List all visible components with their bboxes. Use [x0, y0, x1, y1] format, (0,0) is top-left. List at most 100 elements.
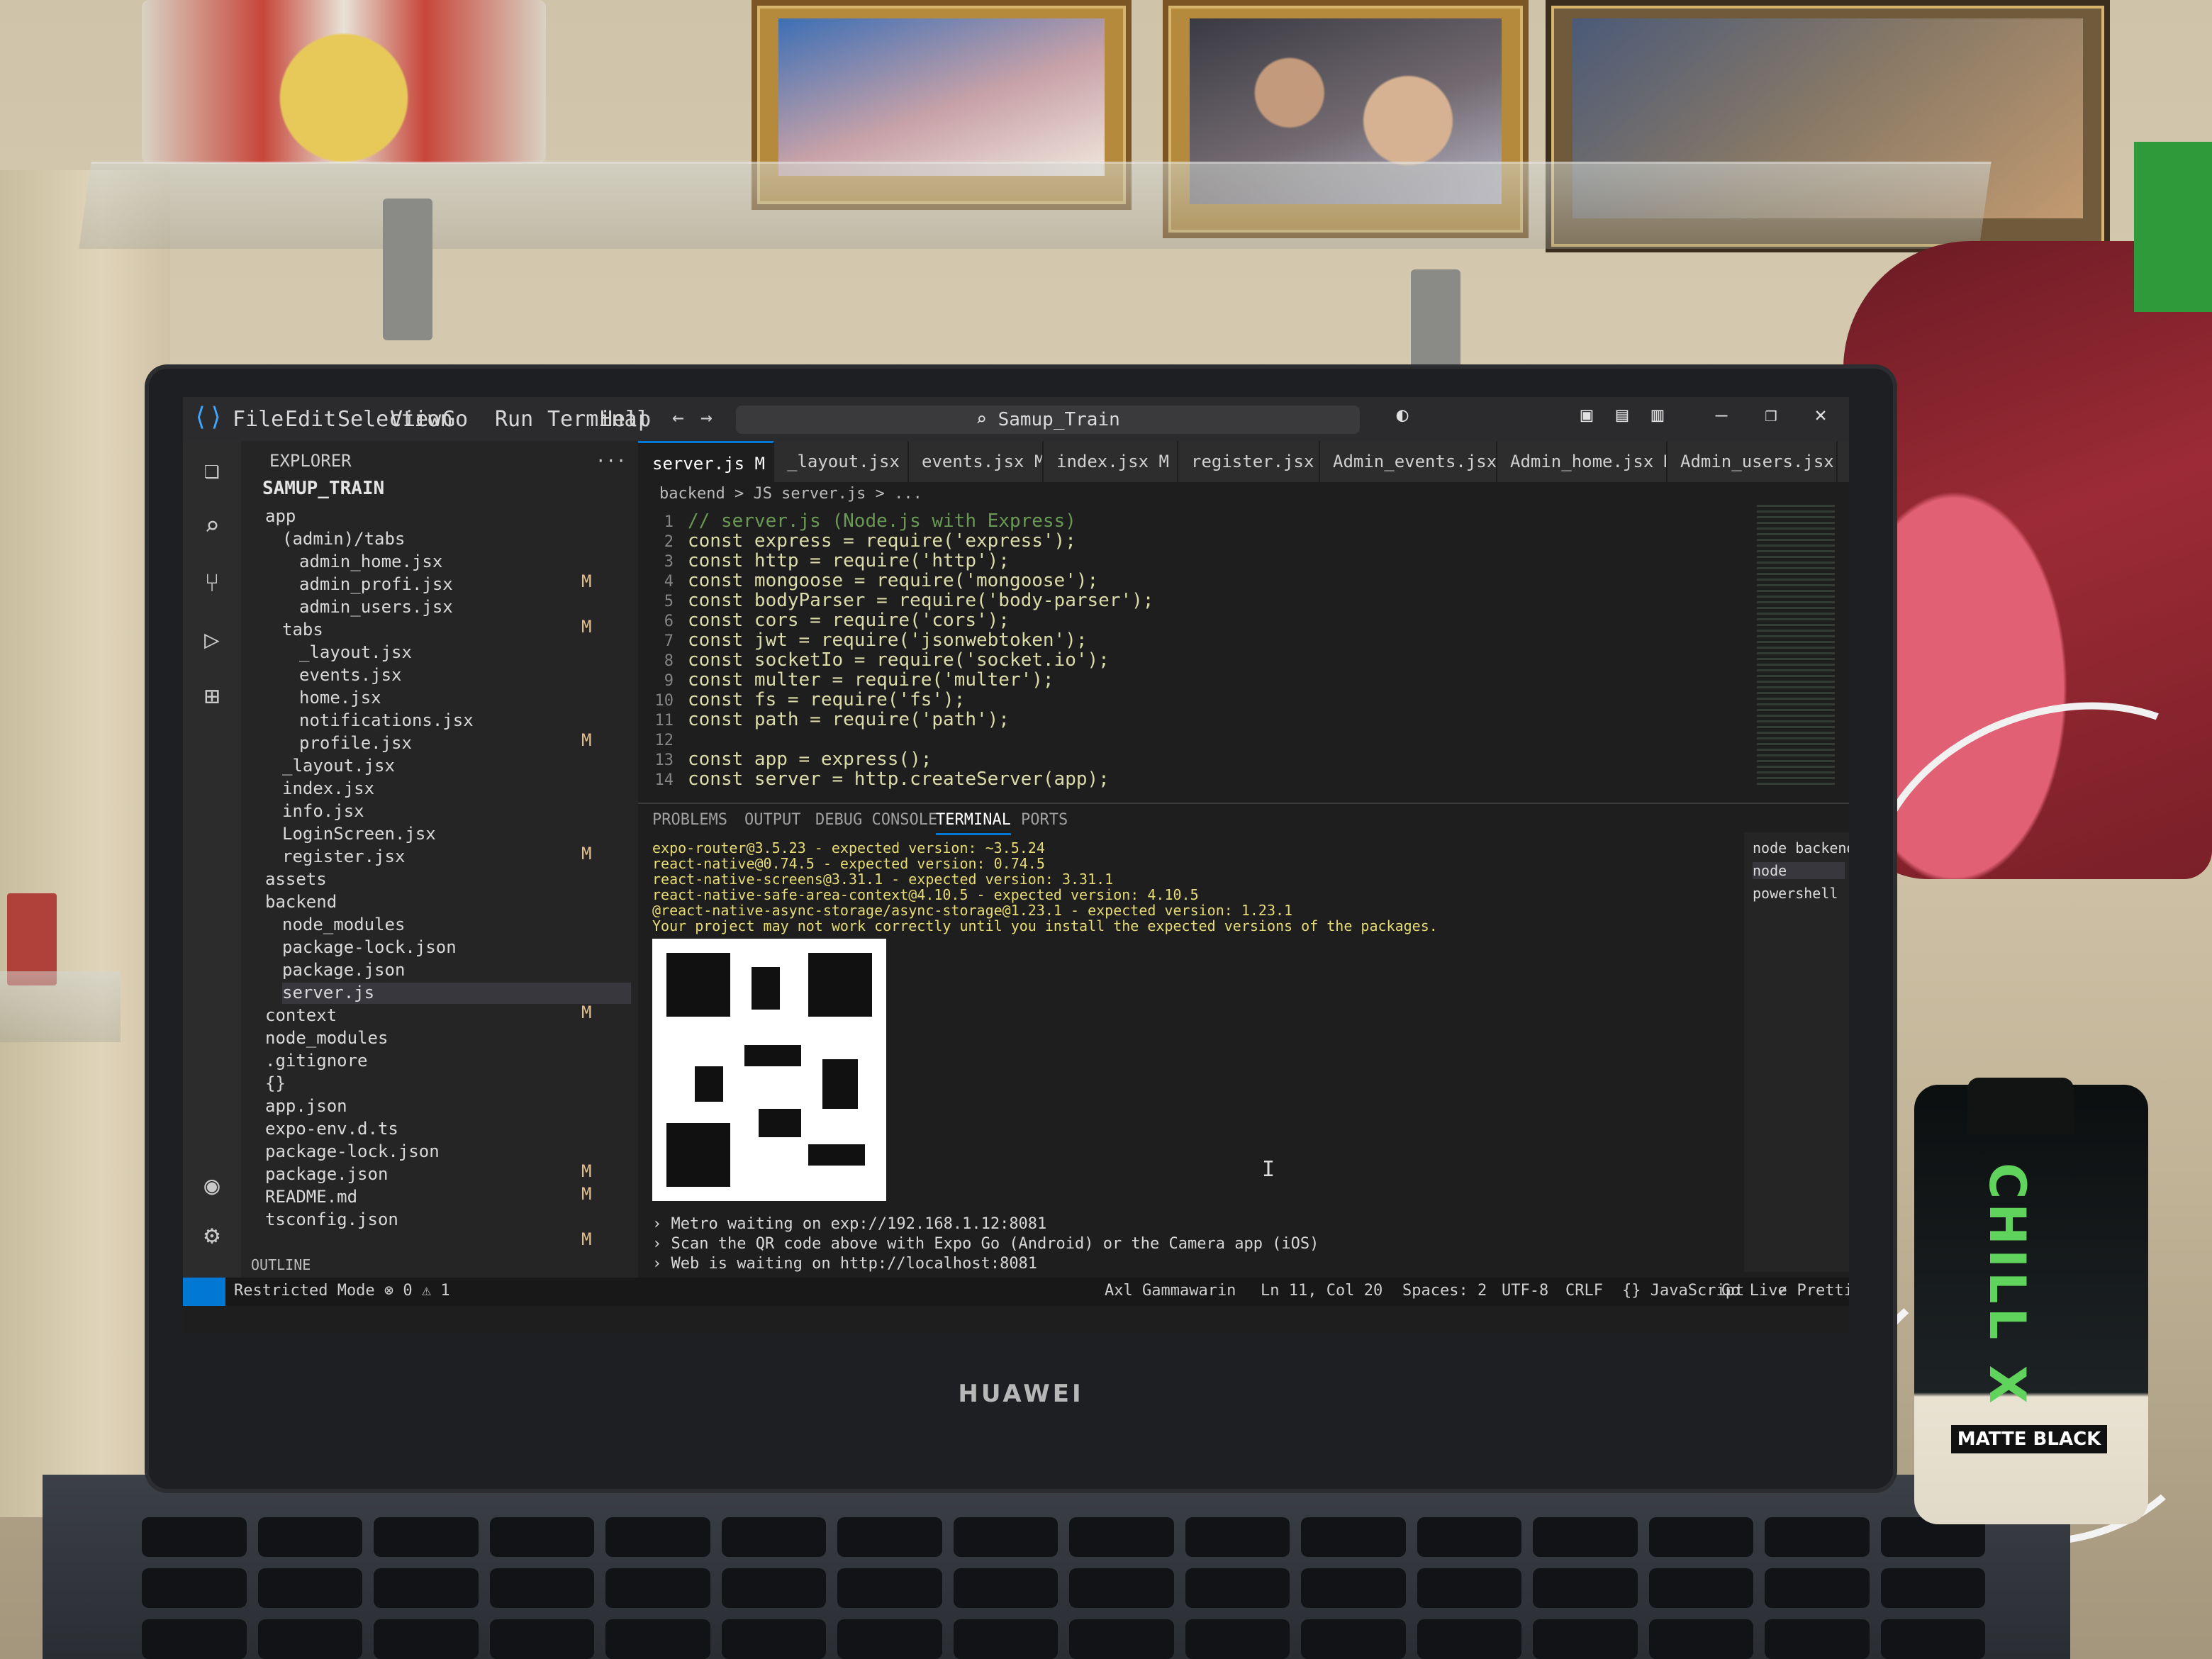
terminal-instance[interactable]: node backend — [1753, 839, 1849, 856]
project-root[interactable]: SAMUP_TRAIN — [262, 478, 384, 499]
file-tree-item[interactable]: README.md — [265, 1187, 631, 1208]
editor-tab[interactable]: server.js M — [638, 441, 774, 484]
file-tree-item[interactable]: server.js M — [282, 983, 631, 1022]
menu-item-view[interactable]: View — [390, 407, 441, 432]
layout-sidebar-icon[interactable]: ▣ — [1573, 403, 1601, 431]
code-line: const server = http.createServer(app); — [688, 769, 1110, 790]
breadcrumb[interactable]: backend > JS server.js > ... — [659, 485, 922, 503]
command-center-search[interactable]: ⌕ Samup_Train — [736, 406, 1360, 434]
file-tree-item[interactable]: _layout.jsx — [299, 642, 631, 664]
menu-item-go[interactable]: Go — [442, 407, 468, 432]
menu-item-help[interactable]: Help — [600, 407, 651, 432]
layout-panel-icon[interactable]: ▤ — [1608, 403, 1636, 431]
extensions-icon[interactable]: ⊞ — [196, 682, 228, 715]
explorer-sidebar: EXPLORER ··· SAMUP_TRAIN app (admin)/tabs… — [241, 441, 638, 1278]
status-cursor-position[interactable]: Ln 11, Col 20 — [1261, 1282, 1382, 1300]
terminal-instance[interactable]: node — [1753, 862, 1845, 879]
file-tree-item[interactable]: tabs — [282, 620, 631, 641]
panel-tab-terminal[interactable]: TERMINAL — [936, 811, 1011, 835]
menu-item-edit[interactable]: Edit — [285, 407, 336, 432]
source-control-icon[interactable]: ⑂ — [196, 569, 228, 601]
minimize-icon[interactable]: – — [1707, 403, 1736, 431]
shelf-bracket — [383, 199, 432, 340]
editor-tab[interactable]: index.jsx M — [1042, 441, 1178, 482]
code-editor[interactable]: 1 // server.js (Node.js with Express) 2 con… — [638, 505, 1849, 803]
file-tree-item[interactable]: .gitignore — [265, 1051, 631, 1072]
file-tree-item[interactable]: admin_users.jsx M — [299, 597, 631, 637]
file-tree-item[interactable]: tsconfig.json M — [265, 1210, 631, 1249]
panel-tab-ports[interactable]: PORTS — [1021, 811, 1068, 829]
back-arrow-icon[interactable]: ← — [672, 406, 684, 429]
status-author[interactable]: Axl Gammawarin — [1105, 1282, 1236, 1300]
file-tree-item[interactable]: (admin)/tabs — [282, 529, 631, 550]
file-tree-item[interactable]: {} — [265, 1073, 631, 1095]
menu-item-file[interactable]: File — [233, 407, 284, 432]
run-debug-icon[interactable]: ▷ — [196, 625, 228, 658]
restore-icon[interactable]: ❐ — [1757, 403, 1785, 431]
explorer-icon[interactable]: ❏ — [196, 455, 228, 488]
file-tree-item[interactable]: package.json — [282, 960, 631, 981]
keyboard-key — [1185, 1568, 1290, 1608]
status-go-live[interactable]: Go Live — [1721, 1282, 1787, 1300]
more-actions-icon[interactable]: ··· — [596, 451, 626, 471]
file-tree-item[interactable]: info.jsx — [282, 801, 631, 822]
file-tree-item[interactable]: _layout.jsx — [282, 756, 631, 777]
account-icon[interactable]: ◉ — [196, 1171, 228, 1204]
file-tree-item[interactable]: home.jsx — [299, 688, 631, 709]
editor-tab[interactable]: register.jsx M — [1177, 441, 1320, 482]
remote-indicator-icon[interactable] — [183, 1278, 225, 1306]
line-number: 10 — [654, 692, 674, 710]
file-tree-item[interactable]: notifications.jsx M — [299, 710, 631, 750]
git-modified-badge: M — [581, 1229, 592, 1249]
file-tree-item[interactable]: register.jsx — [282, 847, 631, 868]
panel-tab-problems[interactable]: PROBLEMS — [652, 811, 727, 829]
forward-arrow-icon[interactable]: → — [700, 406, 713, 429]
panel-tab-debug-console[interactable]: DEBUG CONSOLE — [815, 811, 937, 829]
file-tree-item[interactable]: app.json — [265, 1096, 631, 1117]
file-tree-item[interactable]: package-lock.json M — [265, 1141, 631, 1181]
file-tree-item[interactable]: expo-env.d.ts — [265, 1119, 631, 1140]
file-tree-item[interactable]: node_modules — [282, 915, 631, 936]
outline-section[interactable]: OUTLINE — [251, 1256, 311, 1273]
status-eol[interactable]: CRLF — [1565, 1282, 1603, 1300]
file-tree-item[interactable]: backend — [265, 892, 631, 913]
editor-tab[interactable]: events.jsx M — [907, 441, 1044, 482]
file-tree-item[interactable]: admin_home.jsx M — [299, 552, 631, 591]
keyboard-key — [257, 1568, 362, 1608]
close-icon[interactable]: ✕ — [1806, 403, 1835, 431]
editor-tab[interactable]: Add — [1836, 441, 1849, 482]
status-problems[interactable]: Restricted Mode ⊗ 0 ⚠ 1 — [234, 1282, 450, 1300]
file-tree-label: package-lock.json — [265, 1141, 440, 1161]
file-tree-item[interactable]: events.jsx — [299, 665, 631, 686]
file-tree-item[interactable]: index.jsx — [282, 778, 631, 800]
minimap[interactable] — [1757, 505, 1835, 788]
gear-icon[interactable]: ⚙ — [196, 1221, 228, 1253]
status-prettier[interactable]: ✓ Prettier — [1778, 1282, 1849, 1300]
copilot-icon[interactable]: ◐ — [1388, 403, 1417, 431]
search-icon[interactable]: ⌕ — [196, 512, 228, 544]
status-encoding[interactable]: UTF-8 — [1502, 1282, 1548, 1300]
editor-tab[interactable]: Admin_home.jsx M — [1496, 441, 1668, 482]
file-tree-item[interactable]: admin_profi.jsx — [299, 574, 631, 596]
vape-mouthpiece — [1967, 1078, 2074, 1134]
panel-tab-output[interactable]: OUTPUT — [744, 811, 800, 829]
line-number: 1 — [664, 513, 674, 531]
layout-customize-icon[interactable]: ▥ — [1643, 403, 1672, 431]
file-tree-item[interactable]: assets — [265, 869, 631, 890]
code-line: const express = require('express'); — [688, 530, 1076, 552]
editor-tab[interactable]: Admin_events.jsx M — [1319, 441, 1497, 482]
file-tree-item[interactable]: package-lock.json — [282, 937, 631, 959]
file-tree-item[interactable]: profile.jsx — [299, 733, 631, 754]
file-tree-item[interactable]: context — [265, 1005, 631, 1027]
file-tree-item[interactable]: LoginScreen.jsx M — [282, 824, 631, 864]
editor-tab[interactable]: Admin_users.jsx M — [1666, 441, 1838, 482]
file-tree-label: backend — [265, 892, 337, 912]
terminal-instance[interactable]: powershell — [1753, 885, 1838, 902]
editor-tab[interactable]: _layout.jsx M — [773, 441, 909, 482]
menu-item-run[interactable]: Run — [495, 407, 533, 432]
file-tree-item[interactable]: node_modules — [265, 1028, 631, 1049]
keyboard-key — [1069, 1568, 1174, 1608]
file-tree-item[interactable]: package.json M — [265, 1164, 631, 1204]
file-tree-item[interactable]: app — [265, 506, 631, 527]
status-indentation[interactable]: Spaces: 2 — [1402, 1282, 1487, 1300]
